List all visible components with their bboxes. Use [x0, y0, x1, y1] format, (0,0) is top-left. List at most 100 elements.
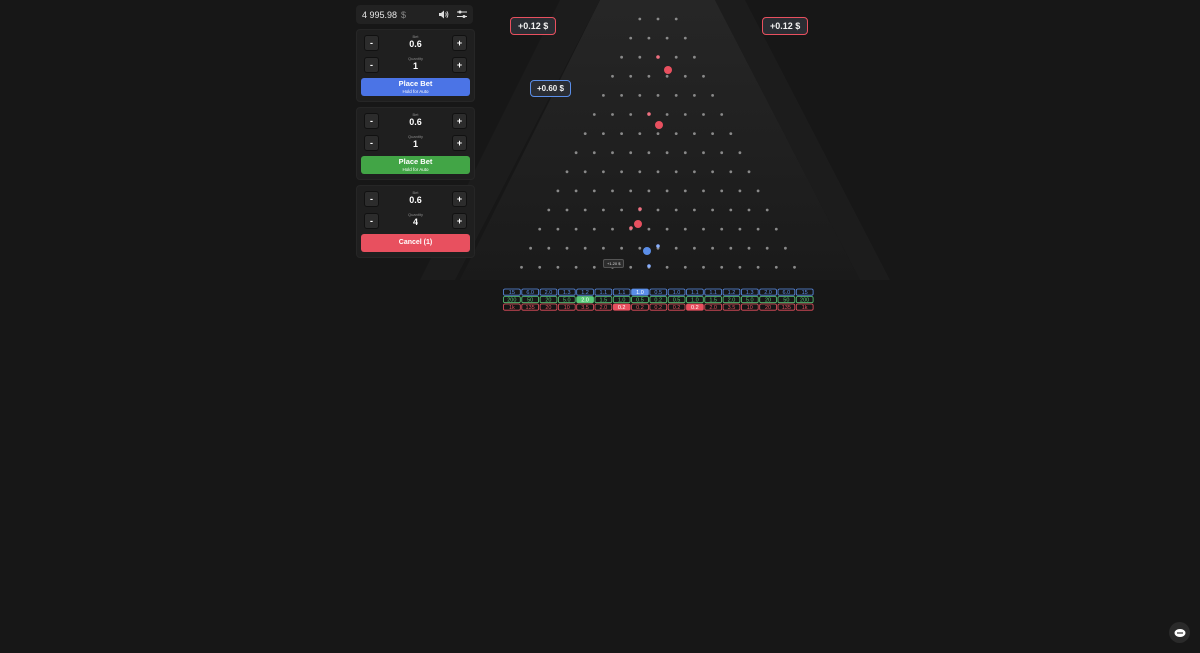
blue-multiplier-label: 1.1	[600, 290, 608, 296]
peg	[520, 265, 523, 269]
bet-increase-button[interactable]: +	[452, 35, 467, 51]
red-multiplier-label: 2.0	[709, 305, 717, 311]
peg	[556, 265, 560, 269]
blue-multiplier-label: 1.2	[581, 290, 589, 296]
peg	[629, 74, 633, 78]
peg	[583, 208, 587, 212]
cancel-button[interactable]: Cancel (1)	[361, 234, 470, 252]
quantity-decrease-button[interactable]: -	[364, 57, 379, 73]
green-multiplier-label: 1.5	[709, 298, 717, 304]
bet-increase-button[interactable]: +	[452, 191, 467, 207]
peg	[674, 55, 678, 59]
peg	[683, 265, 687, 269]
peg	[547, 208, 551, 212]
bet-value[interactable]: 0.6	[382, 117, 449, 128]
peg	[765, 246, 769, 250]
peg	[702, 74, 705, 78]
red-multiplier-label: 10	[747, 305, 753, 311]
peg	[683, 227, 687, 231]
peg	[665, 113, 669, 116]
sound-icon[interactable]	[439, 10, 449, 20]
quantity-row: - Quantity 1 +	[362, 56, 469, 74]
peg	[611, 151, 614, 155]
peg	[602, 246, 605, 250]
ball	[634, 220, 642, 228]
bet-increase-button[interactable]: +	[452, 113, 467, 129]
quantity-value[interactable]: 1	[382, 61, 449, 72]
peg	[556, 189, 560, 193]
peg	[674, 246, 678, 250]
peg	[665, 151, 669, 155]
place-bet-button[interactable]: Place Bet Hold for Auto	[361, 156, 470, 174]
quantity-value[interactable]: 1	[382, 139, 449, 150]
red-multiplier-label: 1k	[509, 305, 515, 311]
bet-card-2: - Bet 0.6 + - Quantity 1 + Place Bet Hol…	[356, 107, 475, 180]
quantity-increase-button[interactable]: +	[452, 57, 467, 73]
bet-decrease-button[interactable]: -	[364, 113, 379, 129]
ball	[629, 226, 633, 230]
peg	[693, 132, 696, 136]
peg	[683, 74, 687, 78]
peg	[756, 189, 760, 193]
peg	[784, 246, 787, 250]
red-multiplier-label: 2.0	[600, 305, 608, 311]
bet-value[interactable]: 0.6	[382, 39, 449, 50]
quantity-value[interactable]: 4	[382, 217, 449, 228]
bet-decrease-button[interactable]: -	[364, 35, 379, 51]
peg	[583, 132, 587, 136]
green-multiplier-label: 0.5	[636, 298, 644, 304]
peg	[647, 227, 651, 231]
red-multiplier-label: 3.5	[581, 305, 589, 311]
blue-multiplier-label: 6.0	[526, 290, 534, 296]
quantity-field[interactable]: Quantity 1	[382, 56, 449, 72]
quantity-increase-button[interactable]: +	[452, 213, 467, 229]
peg	[738, 265, 742, 269]
quantity-field[interactable]: Quantity 4	[382, 212, 449, 228]
bet-field[interactable]: Bet 0.6	[382, 34, 449, 50]
ball	[664, 66, 672, 74]
peg	[602, 208, 605, 212]
quantity-decrease-button[interactable]: -	[364, 213, 379, 229]
peg	[665, 265, 669, 269]
bet-field[interactable]: Bet 0.6	[382, 190, 449, 206]
green-multiplier-label: 20	[545, 298, 551, 304]
bet-row: - Bet 0.6 +	[362, 34, 469, 52]
peg	[683, 189, 687, 193]
blue-multiplier-label: 15	[509, 290, 515, 296]
chat-button[interactable]	[1169, 622, 1190, 643]
peg	[720, 189, 724, 193]
place-bet-title: Place Bet	[398, 79, 433, 88]
bet-decrease-button[interactable]: -	[364, 191, 379, 207]
peg	[720, 113, 724, 116]
peg	[565, 170, 569, 174]
quantity-row: - Quantity 4 +	[362, 212, 469, 230]
peg	[565, 246, 569, 250]
peg	[565, 208, 569, 212]
blue-multiplier-label: 2.0	[545, 290, 553, 296]
green-multiplier-label: 1.0	[618, 298, 626, 304]
place-bet-button[interactable]: Place Bet Hold for Auto	[361, 78, 470, 96]
red-multiplier-label: 135	[526, 305, 535, 311]
peg	[538, 265, 542, 269]
peg	[629, 265, 633, 269]
peg	[574, 227, 578, 231]
blue-multiplier-label: 0.5	[654, 290, 662, 296]
peg	[683, 36, 687, 40]
quantity-field[interactable]: Quantity 1	[382, 134, 449, 150]
plinko-board: 15 6.0 2.0 1.3 1.2 1.1 1.1 1.0 0.5 1.0 1.1 1.1 1.2 1.…	[420, 0, 890, 311]
blue-multiplier-label: 1.3	[746, 290, 754, 296]
red-multiplier-label: 3.5	[728, 305, 736, 311]
quantity-decrease-button[interactable]: -	[364, 135, 379, 151]
bet-card-3: - Bet 0.6 + - Quantity 4 + Cancel (1)	[356, 185, 475, 258]
ball	[643, 247, 651, 255]
bet-field[interactable]: Bet 0.6	[382, 112, 449, 128]
quantity-increase-button[interactable]: +	[452, 135, 467, 151]
green-multiplier-label: 5.0	[563, 298, 571, 304]
settings-sliders-icon[interactable]	[457, 10, 467, 20]
bet-value[interactable]: 0.6	[382, 195, 449, 206]
peg	[647, 36, 651, 40]
multiplier-rows: 15 6.0 2.0 1.3 1.2 1.1 1.1 1.0 0.5 1.0 1.1 1.1 1.2 1.…	[503, 288, 814, 311]
quantity-row: - Quantity 1 +	[362, 134, 469, 152]
red-multiplier-label: 1k	[802, 305, 808, 311]
balance-currency: $	[401, 9, 407, 20]
